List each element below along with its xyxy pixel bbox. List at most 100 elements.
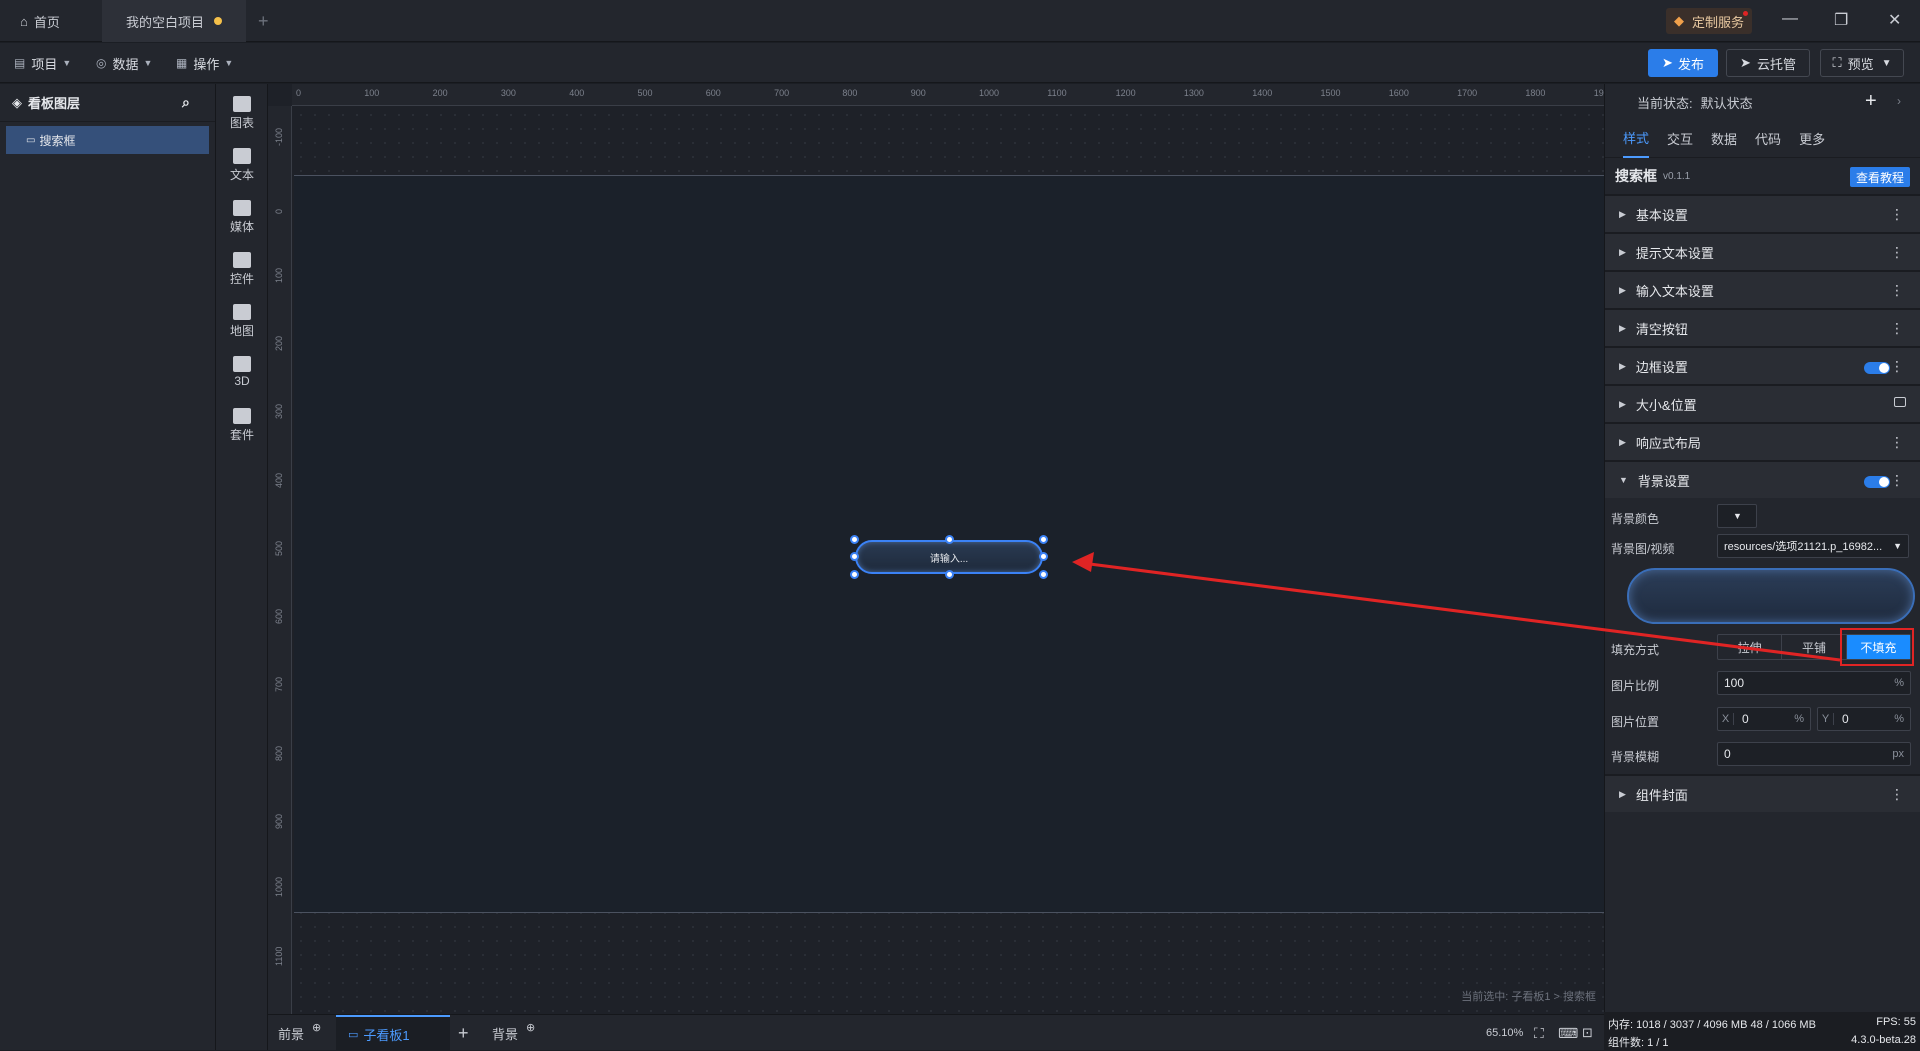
more-icon[interactable]: ⋮: [1890, 320, 1904, 337]
tab-style[interactable]: 样式: [1623, 120, 1649, 158]
image-position-label: 图片位置: [1611, 713, 1659, 730]
tutorial-button[interactable]: 查看教程: [1850, 167, 1910, 187]
more-icon[interactable]: ⋮: [1890, 282, 1904, 299]
resize-handle[interactable]: [945, 570, 954, 579]
image-y-input[interactable]: Y 0 %: [1817, 707, 1911, 731]
section-responsive[interactable]: ▶响应式布局⋮: [1605, 422, 1920, 460]
tab-more[interactable]: 更多: [1799, 120, 1825, 158]
ruler-tick-label: 300: [501, 88, 516, 98]
state-value[interactable]: 默认状态: [1701, 93, 1753, 112]
lock-icon[interactable]: [1894, 397, 1906, 407]
zoom-level[interactable]: 65.10%: [1486, 1015, 1523, 1051]
bg-color-picker[interactable]: ▼: [1717, 504, 1757, 528]
tutorial-label: 查看教程: [1856, 169, 1904, 186]
ruler-tick-label: 800: [842, 88, 857, 98]
comp-text[interactable]: 文本: [216, 148, 268, 183]
section-background[interactable]: ▼背景设置⋮: [1605, 460, 1920, 498]
cube-icon: [233, 356, 251, 372]
resize-handle[interactable]: [1039, 552, 1048, 561]
resize-handle[interactable]: [1039, 535, 1048, 544]
image-x-input[interactable]: X 0 %: [1717, 707, 1811, 731]
tab-project[interactable]: 我的空白项目: [102, 0, 246, 42]
image-x-value: 0: [1742, 712, 1749, 726]
search-icon[interactable]: ⌕: [182, 94, 190, 111]
cloud-hosting-button[interactable]: ➤ 云托管: [1726, 49, 1810, 77]
resize-handle[interactable]: [945, 535, 954, 544]
bg-image-select[interactable]: resources/选项21121.p_16982... ▼: [1717, 534, 1909, 558]
section-clear-button[interactable]: ▶清空按钮⋮: [1605, 308, 1920, 346]
section-input-text[interactable]: ▶输入文本设置⋮: [1605, 270, 1920, 308]
state-row: 当前状态: 默认状态 + ›: [1605, 84, 1920, 120]
add-subboard-button[interactable]: +: [458, 1015, 469, 1051]
resize-handle[interactable]: [850, 535, 859, 544]
layer-item-searchbox[interactable]: ▭ 搜索框: [6, 126, 209, 154]
menu-project[interactable]: ▤ 项目 ▼: [14, 43, 71, 83]
comp-3d[interactable]: 3D: [216, 356, 268, 388]
terminal-icon[interactable]: ⊡: [1582, 1015, 1593, 1051]
section-basic[interactable]: ▶基本设置⋮: [1605, 194, 1920, 232]
close-icon[interactable]: ✕: [1888, 10, 1901, 30]
bg-blur-input[interactable]: 0 px: [1717, 742, 1911, 766]
more-icon[interactable]: ⋮: [1890, 206, 1904, 223]
minimize-icon[interactable]: —: [1782, 10, 1798, 28]
resize-handle[interactable]: [850, 570, 859, 579]
comp-control-label: 控件: [230, 272, 254, 286]
add-circle-icon[interactable]: ⊕: [312, 1021, 321, 1034]
more-icon[interactable]: ⋮: [1890, 244, 1904, 261]
section-size-position-label: 大小&位置: [1636, 395, 1697, 414]
tab-subboard[interactable]: ▭ 子看板1: [336, 1015, 450, 1051]
more-icon[interactable]: ⋮: [1890, 786, 1904, 803]
tab-data[interactable]: 数据: [1711, 120, 1737, 158]
publish-button[interactable]: ➤ 发布: [1648, 49, 1718, 77]
comp-control[interactable]: 控件: [216, 252, 268, 287]
database-icon: ◎: [96, 56, 106, 70]
new-tab-button[interactable]: +: [258, 0, 269, 42]
ruler-tick-label: 400: [569, 88, 584, 98]
cloud-label: 云托管: [1757, 54, 1796, 73]
ruler-tick-label: 500: [638, 88, 653, 98]
menu-data[interactable]: ◎ 数据 ▼: [96, 43, 152, 83]
comp-map[interactable]: 地图: [216, 304, 268, 339]
preview-button[interactable]: ⛶ 预览 ▼: [1820, 49, 1904, 77]
fill-tile-button[interactable]: 平铺: [1782, 635, 1846, 659]
border-toggle[interactable]: [1864, 362, 1890, 374]
resize-handle[interactable]: [1039, 570, 1048, 579]
section-hint-text[interactable]: ▶提示文本设置⋮: [1605, 232, 1920, 270]
property-tabs: 样式 交互 数据 代码 更多: [1605, 120, 1920, 158]
section-cover[interactable]: ▶组件封面⋮: [1605, 774, 1920, 812]
tab-home-label: 首页: [34, 12, 60, 31]
more-icon[interactable]: ⋮: [1890, 358, 1904, 375]
layers-icon: ◈: [12, 95, 22, 111]
comp-chart[interactable]: 图表: [216, 96, 268, 131]
add-circle-icon[interactable]: ⊕: [526, 1021, 535, 1034]
add-state-icon[interactable]: +: [1865, 90, 1877, 113]
fit-screen-icon[interactable]: ⛶: [1534, 1015, 1544, 1051]
section-border[interactable]: ▶边框设置⋮: [1605, 346, 1920, 384]
chevron-right-icon[interactable]: ›: [1897, 94, 1901, 108]
image-ratio-input[interactable]: 100 %: [1717, 671, 1911, 695]
caret-right-icon: ▶: [1619, 247, 1626, 258]
ruler-tick-label: 400: [274, 472, 284, 487]
keyboard-icon[interactable]: ⌨: [1558, 1015, 1578, 1051]
custom-service-button[interactable]: ◆ 定制服务: [1666, 8, 1752, 34]
restore-icon[interactable]: ❐: [1834, 10, 1848, 30]
resize-handle[interactable]: [850, 552, 859, 561]
tab-background[interactable]: 背景 ⊕: [492, 1015, 535, 1051]
tab-home[interactable]: ⌂ 首页: [20, 0, 100, 42]
tab-code[interactable]: 代码: [1755, 120, 1781, 158]
tab-interaction[interactable]: 交互: [1667, 120, 1693, 158]
comp-media[interactable]: 媒体: [216, 200, 268, 235]
section-size-position[interactable]: ▶ 大小&位置: [1605, 384, 1920, 422]
more-icon[interactable]: ⋮: [1890, 434, 1904, 451]
image-y-unit: %: [1894, 713, 1904, 725]
caret-right-icon: ▶: [1619, 399, 1626, 410]
searchbox-component[interactable]: 请输入...: [855, 540, 1043, 574]
background-toggle[interactable]: [1864, 476, 1890, 488]
more-icon[interactable]: ⋮: [1890, 472, 1904, 489]
app-version: 4.3.0-beta.28: [1851, 1034, 1916, 1046]
fill-stretch-button[interactable]: 拉伸: [1718, 635, 1782, 659]
comp-kit[interactable]: 套件: [216, 408, 268, 443]
menu-operation[interactable]: ▦ 操作 ▼: [176, 43, 233, 83]
tab-foreground[interactable]: 前景 ⊕: [278, 1015, 321, 1051]
comp-text-label: 文本: [230, 168, 254, 182]
